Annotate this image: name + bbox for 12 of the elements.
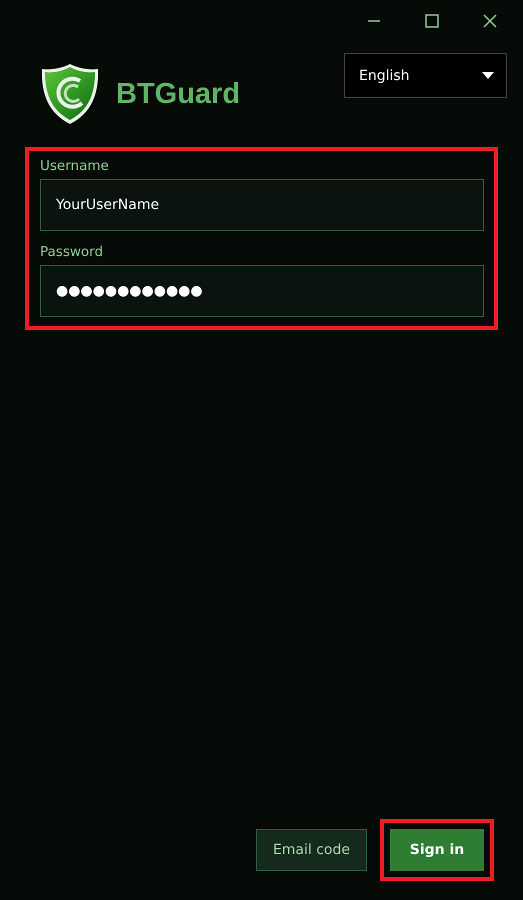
- caret-icon: [482, 72, 494, 79]
- field-label: Password: [40, 244, 104, 260]
- language-dropdown[interactable]: English: [344, 53, 507, 98]
- brand-name: BTGuard: [116, 78, 240, 110]
- shield-logo-icon: [40, 63, 100, 125]
- input-field[interactable]: ●●●●●●●●●●●●: [40, 265, 484, 317]
- input-field[interactable]: YourUserName: [40, 179, 484, 231]
- sign-in-button[interactable]: Sign in: [390, 829, 484, 871]
- close-icon: [483, 14, 497, 28]
- email-code-button[interactable]: Email code: [256, 829, 367, 871]
- maximize-icon: [425, 14, 439, 28]
- field-label: Username: [40, 158, 110, 174]
